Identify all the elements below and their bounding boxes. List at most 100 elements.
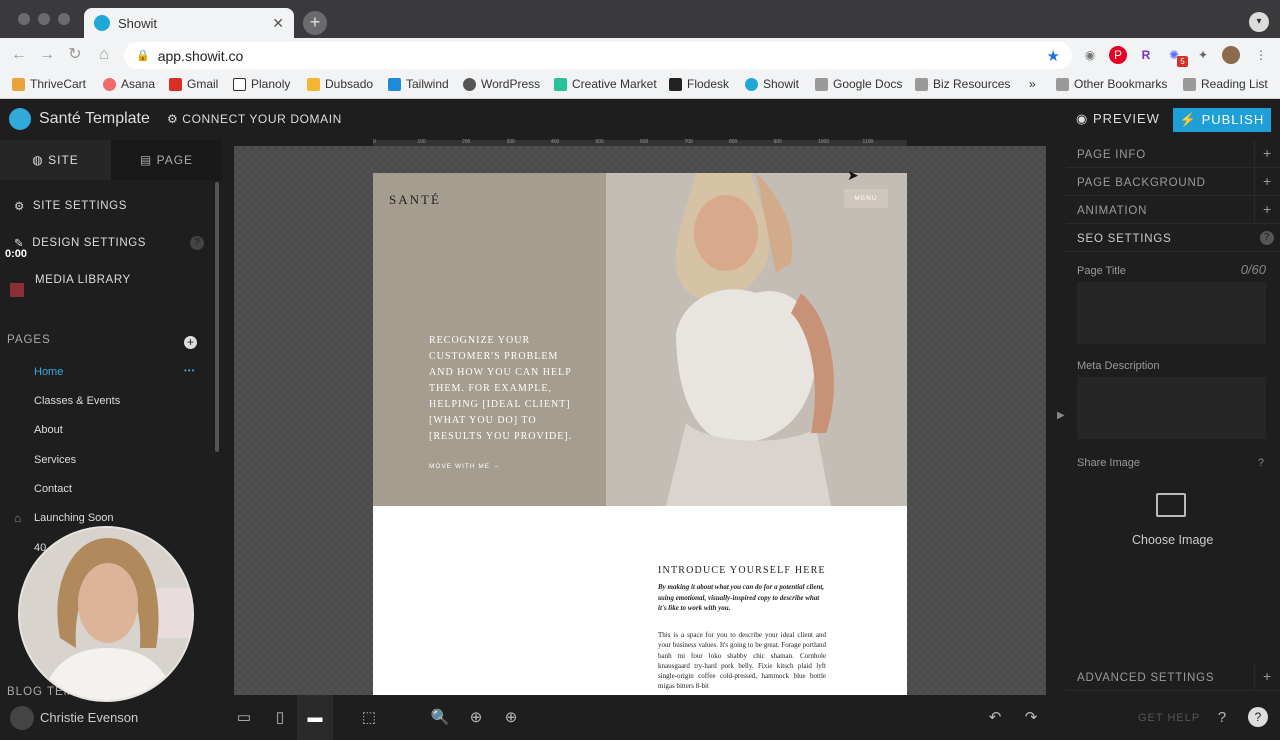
bookmark-star-icon[interactable]: ★: [1047, 47, 1060, 65]
select-area-icon[interactable]: ⬚: [358, 707, 380, 729]
sidebar-scrollbar[interactable]: [215, 182, 219, 452]
other-bookmarks[interactable]: Other Bookmarks: [1056, 77, 1167, 91]
bookmark-item[interactable]: Showit: [745, 77, 799, 91]
bookmark-item[interactable]: Biz Resources: [915, 77, 1010, 91]
window-minimize-button[interactable]: [38, 13, 50, 25]
gear-icon: ⚙: [167, 112, 183, 126]
bookmark-item[interactable]: Planoly: [233, 77, 290, 91]
preview-button[interactable]: ◉ PREVIEW: [1076, 111, 1160, 127]
page-title-input[interactable]: [1077, 282, 1266, 344]
animation-section[interactable]: ANIMATION +: [1066, 196, 1280, 224]
seo-settings-section[interactable]: SEO SETTINGS?: [1066, 224, 1280, 252]
page-artboard[interactable]: SANTÉ RECOGNIZE YOUR CUSTOMER'S PROBLEM …: [373, 173, 907, 696]
tab-page[interactable]: ▤ PAGE: [111, 140, 222, 180]
page-background-section[interactable]: PAGE BACKGROUND +: [1066, 168, 1280, 196]
page-item-classes-events[interactable]: Classes & Events: [34, 395, 120, 407]
connect-domain-button[interactable]: ⚙ CONNECT YOUR DOMAIN: [167, 112, 342, 126]
woman-stretching-image: [606, 173, 907, 506]
profile-avatar[interactable]: [1222, 46, 1240, 64]
new-tab-button[interactable]: +: [303, 11, 327, 35]
image-placeholder-icon[interactable]: [1156, 493, 1186, 517]
mobile-view-icon[interactable]: ▯: [269, 707, 291, 729]
home-icon: ⌂: [14, 511, 22, 525]
redo-icon[interactable]: ↷: [1020, 707, 1042, 729]
address-bar[interactable]: 🔒 app.showit.co ★: [124, 42, 1072, 69]
intro-subtitle[interactable]: By making it about what you can do for a…: [658, 582, 828, 614]
site-settings-item[interactable]: ⚙ SITE SETTINGS: [14, 199, 127, 213]
choose-image-button[interactable]: Choose Image: [1132, 533, 1213, 547]
reading-list[interactable]: Reading List: [1183, 77, 1268, 91]
bookmark-item[interactable]: Creative Market: [554, 77, 657, 91]
bookmark-item[interactable]: Gmail: [169, 77, 218, 91]
advanced-settings-section[interactable]: ADVANCED SETTINGS +: [1066, 663, 1280, 691]
meta-description-input[interactable]: [1077, 377, 1266, 439]
bookmark-item[interactable]: Flodesk: [669, 77, 729, 91]
intro-title[interactable]: INTRODUCE YOURSELF HERE: [658, 565, 826, 576]
collapse-panel-icon[interactable]: ▶: [1057, 410, 1065, 421]
design-settings-item[interactable]: ✎ DESIGN SETTINGS: [14, 236, 146, 250]
desktop-tablet-view-icon[interactable]: ▭: [233, 707, 255, 729]
showit-logo-icon[interactable]: [9, 108, 31, 130]
r-extension-icon[interactable]: R: [1137, 46, 1155, 64]
bookmark-item[interactable]: WordPress: [463, 77, 540, 91]
page-info-section[interactable]: PAGE INFO +: [1066, 140, 1280, 168]
hero-photo[interactable]: MENU: [606, 173, 907, 506]
browser-tab[interactable]: Showit ✕: [84, 8, 294, 38]
forward-icon[interactable]: →: [36, 44, 58, 66]
move-with-me-link[interactable]: MOVE WITH ME →: [429, 463, 500, 470]
expand-icon[interactable]: +: [1254, 140, 1280, 168]
reload-icon[interactable]: ↻: [64, 44, 86, 66]
help-icon[interactable]: ?: [190, 236, 204, 250]
home-icon[interactable]: ⌂: [93, 44, 115, 66]
user-avatar[interactable]: [10, 706, 34, 730]
page-item-contact[interactable]: Contact: [34, 483, 72, 495]
expand-icon[interactable]: +: [1254, 196, 1280, 224]
expand-icon[interactable]: +: [1254, 663, 1280, 691]
add-page-icon[interactable]: +: [184, 336, 197, 349]
bookmark-item[interactable]: Tailwind: [388, 77, 449, 91]
hero-copy-text[interactable]: RECOGNIZE YOUR CUSTOMER'S PROBLEM AND HO…: [429, 333, 579, 445]
bookmark-item[interactable]: Dubsado: [307, 77, 373, 91]
page-item-services[interactable]: Services: [34, 454, 76, 466]
tab-search-icon[interactable]: ▾: [1249, 12, 1269, 32]
brand-logo-text[interactable]: SANTÉ: [389, 192, 441, 208]
desktop-view-icon[interactable]: ▬: [304, 707, 326, 729]
puzzle-extensions-icon[interactable]: ✦: [1194, 46, 1212, 64]
folder-icon: [815, 77, 828, 91]
pinterest-extension-icon[interactable]: P: [1109, 46, 1127, 64]
tab-site[interactable]: ◍ SITE: [0, 140, 111, 180]
bookmark-item[interactable]: ThriveCart: [12, 77, 86, 91]
zoom-fit-icon[interactable]: ⊕: [465, 707, 487, 729]
menu-button[interactable]: MENU: [844, 189, 888, 208]
camera-extension-icon[interactable]: ◉: [1081, 46, 1099, 64]
hero-left-panel[interactable]: SANTÉ RECOGNIZE YOUR CUSTOMER'S PROBLEM …: [373, 173, 606, 506]
help-doc-icon[interactable]: ?: [1211, 707, 1233, 729]
undo-icon[interactable]: ↶: [984, 707, 1006, 729]
page-item-about[interactable]: About: [34, 424, 63, 436]
window-close-button[interactable]: [18, 13, 30, 25]
page-item-launching-soon[interactable]: Launching Soon: [34, 512, 114, 524]
publish-button[interactable]: ⚡ PUBLISH: [1173, 108, 1271, 132]
zoom-in-icon[interactable]: ⊕: [500, 707, 522, 729]
page-options-icon[interactable]: •••: [184, 366, 195, 375]
folder-icon: [915, 77, 928, 91]
help-icon[interactable]: ?: [1260, 231, 1274, 245]
kebab-menu-icon[interactable]: ⋮: [1252, 46, 1270, 64]
lightning-icon: ⚡: [1179, 112, 1202, 127]
bookmarks-overflow-button[interactable]: »: [1029, 77, 1036, 91]
share-image-help-icon[interactable]: ?: [1258, 457, 1264, 469]
chat-help-icon[interactable]: ?: [1248, 707, 1268, 727]
media-library-item[interactable]: MEDIA LIBRARY: [35, 274, 131, 286]
bookmark-item[interactable]: Google Docs: [815, 77, 902, 91]
intro-body[interactable]: This is a space for you to describe your…: [658, 630, 826, 692]
url-text: app.showit.co: [157, 47, 244, 64]
zoom-out-icon[interactable]: 🔍: [429, 707, 451, 729]
get-help-link[interactable]: GET HELP: [1138, 712, 1200, 724]
webcam-video-bubble[interactable]: [18, 526, 194, 702]
expand-icon[interactable]: +: [1254, 168, 1280, 196]
bookmark-item[interactable]: Asana: [103, 77, 155, 91]
tab-close-icon[interactable]: ✕: [272, 15, 284, 32]
back-icon[interactable]: ←: [8, 44, 30, 66]
window-zoom-button[interactable]: [58, 13, 70, 25]
page-item-home[interactable]: Home: [34, 366, 63, 378]
